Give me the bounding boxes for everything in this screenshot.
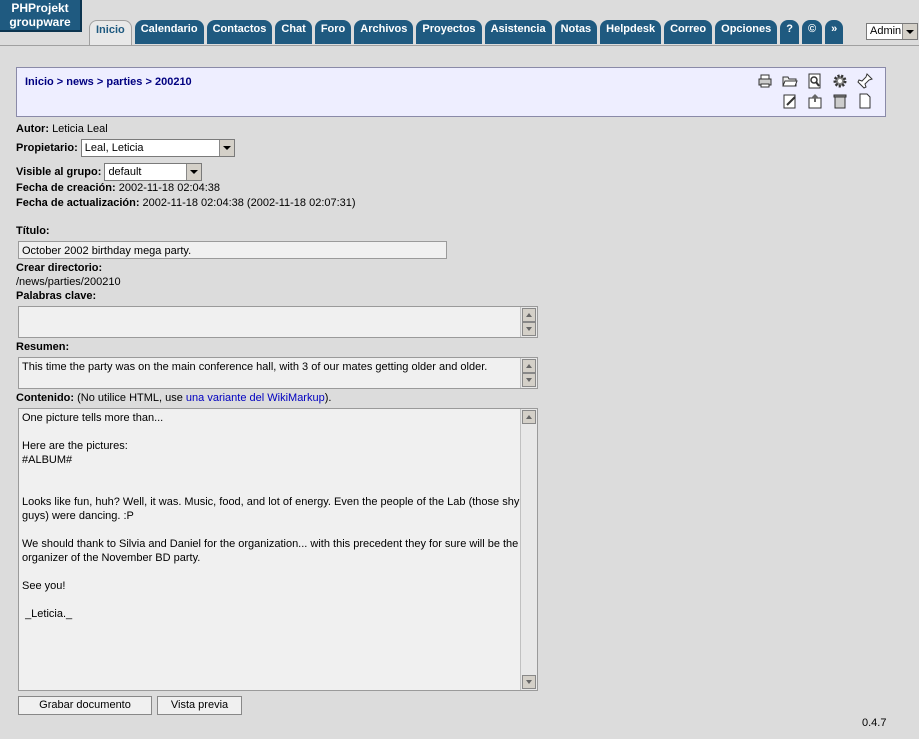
logo-line2: groupware <box>9 15 71 29</box>
print-icon[interactable] <box>757 73 773 89</box>
summary-label: Resumen: <box>16 341 70 353</box>
tab-notas[interactable]: Notas <box>554 20 598 44</box>
breadcrumb-panel: Inicio > news > parties > 200210 <box>16 67 886 117</box>
owner-select[interactable]: Leal, Leticia <box>80 139 235 157</box>
save-button[interactable]: Grabar documento <box>18 696 152 715</box>
updated-value: 2002-11-18 02:04:38 (2002-11-18 02:07:31… <box>142 197 356 209</box>
created-value: 2002-11-18 02:04:38 <box>118 182 221 194</box>
content-textarea[interactable]: One picture tells more than... Here are … <box>18 408 538 691</box>
tab-chat[interactable]: Chat <box>275 20 312 44</box>
tab-inicio[interactable]: Inicio <box>89 20 132 45</box>
breadcrumb-news[interactable]: news <box>66 76 94 88</box>
author-row: Autor: Leticia Leal <box>16 123 108 135</box>
tab-archivos[interactable]: Archivos <box>354 20 414 44</box>
edit-icon[interactable] <box>782 93 798 109</box>
pin-icon[interactable] <box>857 73 873 89</box>
created-row: Fecha de creación: 2002-11-18 02:04:38 <box>16 182 220 194</box>
new-document-icon[interactable] <box>857 93 873 109</box>
tab-asistencia[interactable]: Asistencia <box>484 20 552 44</box>
group-row: Visible al grupo: default <box>16 163 203 181</box>
keywords-label: Palabras clave: <box>16 290 97 302</box>
tab-opciones[interactable]: Opciones <box>715 20 778 44</box>
created-label: Fecha de creación: <box>16 182 116 194</box>
content-label-row: Contenido: (No utilice HTML, use una var… <box>16 392 331 404</box>
content-note: (No utilice HTML, use <box>77 392 186 404</box>
title-label: Título: <box>16 225 50 237</box>
tab-copyright[interactable]: © <box>802 20 823 44</box>
main-tabs: Inicio Calendario Contactos Chat Foro Ar… <box>89 20 844 45</box>
user-select-value: Admin <box>870 25 902 37</box>
tab-proyectos[interactable]: Proyectos <box>416 20 482 44</box>
tab-helpdesk[interactable]: Helpdesk <box>600 20 662 44</box>
scroll-up-icon[interactable] <box>522 359 536 373</box>
summary-scrollbar[interactable] <box>520 358 537 388</box>
breadcrumb-sep: > <box>142 76 155 88</box>
content-label: Contenido: <box>16 392 75 404</box>
scroll-down-icon[interactable] <box>522 322 536 336</box>
keywords-textarea[interactable] <box>18 306 538 338</box>
upload-icon[interactable] <box>807 93 823 109</box>
author-label: Autor: <box>16 123 49 135</box>
content-value: One picture tells more than... Here are … <box>22 412 520 620</box>
breadcrumb-sep: > <box>93 76 107 88</box>
preview-button[interactable]: Vista previa <box>157 696 242 715</box>
chevron-down-icon[interactable] <box>186 164 202 180</box>
directory-label: Crear directorio: <box>16 262 103 274</box>
group-select[interactable]: default <box>104 163 203 181</box>
tab-help[interactable]: ? <box>780 20 799 44</box>
content-note-end: ). <box>324 392 332 404</box>
gear-icon[interactable] <box>832 73 848 89</box>
tab-more[interactable]: » <box>825 20 844 44</box>
directory-value: /news/parties/200210 <box>16 276 121 288</box>
title-value: October 2002 birthday mega party. <box>22 245 192 257</box>
breadcrumb: Inicio > news > parties > 200210 <box>25 76 192 88</box>
summary-textarea[interactable]: This time the party was on the main conf… <box>18 357 538 389</box>
tab-correo[interactable]: Correo <box>664 20 713 44</box>
group-label: Visible al grupo: <box>16 165 102 178</box>
tab-contactos[interactable]: Contactos <box>206 20 273 44</box>
summary-value: This time the party was on the main conf… <box>22 361 488 373</box>
author-value: Leticia Leal <box>52 123 108 135</box>
breadcrumb-current[interactable]: 200210 <box>155 76 192 88</box>
owner-value: Leal, Leticia <box>84 142 144 154</box>
scroll-up-icon[interactable] <box>522 410 536 424</box>
user-select[interactable]: Admin <box>866 23 918 40</box>
header-divider <box>0 45 919 46</box>
search-icon[interactable] <box>807 73 823 89</box>
app-logo[interactable]: PHProjekt groupware <box>0 0 82 32</box>
wikimarkup-link[interactable]: una variante del WikiMarkup <box>186 392 325 404</box>
scroll-down-icon[interactable] <box>522 675 536 689</box>
breadcrumb-sep: > <box>53 76 67 88</box>
breadcrumb-parties[interactable]: parties <box>106 76 142 88</box>
scroll-up-icon[interactable] <box>522 308 536 322</box>
tab-calendario[interactable]: Calendario <box>134 20 204 44</box>
chevron-down-icon[interactable] <box>902 24 917 39</box>
scroll-down-icon[interactable] <box>522 373 536 387</box>
breadcrumb-home[interactable]: Inicio <box>25 76 54 88</box>
tab-foro[interactable]: Foro <box>314 20 352 44</box>
owner-label: Propietario: <box>16 141 78 154</box>
keywords-scrollbar[interactable] <box>520 307 537 337</box>
folder-open-icon[interactable] <box>782 73 798 89</box>
owner-row: Propietario: Leal, Leticia <box>16 139 235 157</box>
chevron-down-icon[interactable] <box>218 140 234 156</box>
updated-label: Fecha de actualización: <box>16 197 140 209</box>
logo-line1: PHProjekt <box>11 1 69 15</box>
title-input[interactable]: October 2002 birthday mega party. <box>18 241 447 259</box>
version-label: 0.4.7 <box>862 717 887 729</box>
content-scrollbar[interactable] <box>520 409 537 690</box>
group-value: default <box>108 166 142 178</box>
trash-icon[interactable] <box>832 93 848 109</box>
updated-row: Fecha de actualización: 2002-11-18 02:04… <box>16 197 356 209</box>
